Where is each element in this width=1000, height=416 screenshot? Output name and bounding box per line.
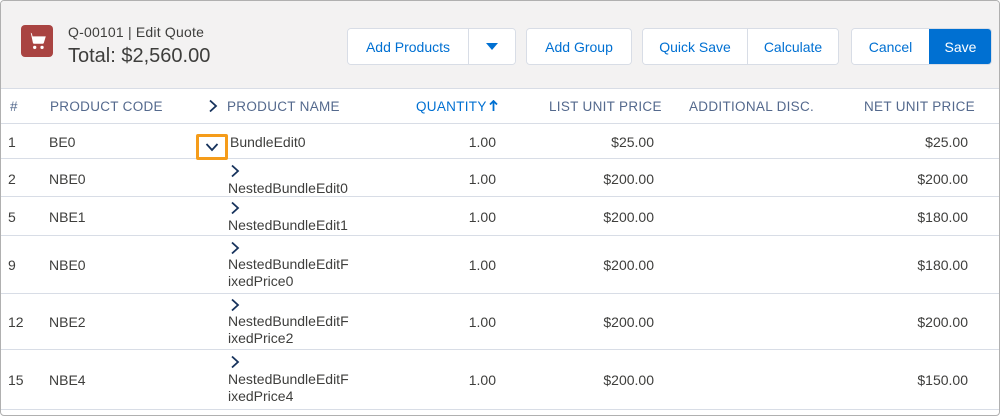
net-unit-price: $180.00 (917, 209, 968, 225)
shopping-cart-icon (21, 25, 53, 57)
add-group-button[interactable]: Add Group (527, 29, 631, 64)
quantity[interactable]: 1.00 (396, 134, 496, 150)
expand-all-icon[interactable] (206, 99, 220, 113)
add-group-group: Add Group (526, 28, 632, 65)
column-header-quantity[interactable]: QUANTITY (416, 99, 498, 114)
cancel-button[interactable]: Cancel (852, 29, 929, 64)
table-header-row: # PRODUCT CODE PRODUCT NAME QUANTITY LIS… (1, 89, 999, 124)
caret-down-icon (486, 43, 498, 50)
quick-save-button[interactable]: Quick Save (643, 29, 747, 64)
row-number: 15 (8, 372, 24, 388)
list-unit-price: $200.00 (603, 209, 654, 225)
chevron-right-icon[interactable] (228, 298, 242, 312)
chevron-right-icon[interactable] (228, 201, 242, 215)
list-unit-price: $200.00 (603, 257, 654, 273)
save-calc-group: Quick Save Calculate (642, 28, 839, 65)
calculate-button[interactable]: Calculate (747, 29, 838, 64)
net-unit-price: $180.00 (917, 257, 968, 273)
product-code: NBE0 (49, 171, 86, 187)
row-number: 9 (8, 257, 16, 273)
save-button[interactable]: Save (929, 29, 991, 64)
product-code: NBE4 (49, 372, 86, 388)
column-header-additional-disc[interactable]: ADDITIONAL DISC. (689, 99, 814, 114)
product-code: NBE1 (49, 209, 86, 225)
cancel-save-group: Cancel Save (851, 28, 992, 65)
net-unit-price: $25.00 (925, 134, 968, 150)
product-name: NestedBundleEditF (228, 371, 349, 387)
quantity[interactable]: 1.00 (396, 209, 496, 225)
product-name: NestedBundleEdit1 (228, 217, 348, 233)
quantity[interactable]: 1.00 (396, 314, 496, 330)
table-row[interactable]: 15 NBE4 NestedBundleEditF ixedPrice4 1.0… (1, 350, 999, 410)
quote-subtitle: Q-00101 | Edit Quote (68, 24, 205, 40)
net-unit-price: $200.00 (917, 314, 968, 330)
add-products-group: Add Products (347, 28, 516, 65)
table-row[interactable]: 9 NBE0 NestedBundleEditF ixedPrice0 1.00… (1, 236, 999, 294)
column-header-net-unit-price[interactable]: NET UNIT PRICE (864, 99, 975, 114)
column-header-num: # (10, 99, 18, 114)
column-header-product-code[interactable]: PRODUCT CODE (50, 99, 163, 114)
list-unit-price: $200.00 (603, 171, 654, 187)
net-unit-price: $200.00 (917, 171, 968, 187)
quantity[interactable]: 1.00 (396, 372, 496, 388)
row-number: 1 (8, 134, 16, 150)
add-products-button[interactable]: Add Products (348, 29, 468, 64)
table-row[interactable]: 1 BE0 BundleEdit0 1.00 $25.00 $25.00 (1, 124, 999, 160)
chevron-right-icon[interactable] (228, 164, 242, 178)
product-name: NestedBundleEdit0 (228, 180, 348, 196)
table-row[interactable]: 5 NBE1 NestedBundleEdit1 1.00 $200.00 $1… (1, 197, 999, 236)
list-unit-price: $25.00 (611, 134, 654, 150)
list-unit-price: $200.00 (603, 314, 654, 330)
column-header-quantity-label: QUANTITY (416, 99, 487, 114)
chevron-right-icon[interactable] (228, 241, 242, 255)
quote-lines-table: # PRODUCT CODE PRODUCT NAME QUANTITY LIS… (1, 89, 999, 410)
product-code: NBE0 (49, 257, 86, 273)
net-unit-price: $150.00 (917, 372, 968, 388)
chevron-down-icon (205, 143, 219, 152)
product-name: NestedBundleEditF (228, 313, 349, 329)
page-header: Q-00101 | Edit Quote Total: $2,560.00 Ad… (1, 1, 999, 89)
quantity[interactable]: 1.00 (396, 171, 496, 187)
quantity[interactable]: 1.00 (396, 257, 496, 273)
quote-line-editor: Q-00101 | Edit Quote Total: $2,560.00 Ad… (0, 0, 1000, 416)
list-unit-price: $200.00 (603, 372, 654, 388)
sort-ascending-icon (489, 99, 498, 114)
column-header-product-name[interactable]: PRODUCT NAME (227, 99, 340, 114)
column-header-list-unit-price[interactable]: LIST UNIT PRICE (549, 99, 662, 114)
row-number: 2 (8, 171, 16, 187)
table-row[interactable]: 12 NBE2 NestedBundleEditF ixedPrice2 1.0… (1, 294, 999, 350)
product-name: BundleEdit0 (230, 134, 306, 150)
product-name-wrap: ixedPrice2 (228, 330, 294, 346)
product-code: BE0 (49, 134, 76, 150)
chevron-right-icon[interactable] (228, 355, 242, 369)
product-name: NestedBundleEditF (228, 256, 349, 272)
row-number: 5 (8, 209, 16, 225)
add-products-menu-button[interactable] (468, 29, 515, 64)
table-row[interactable]: 2 NBE0 NestedBundleEdit0 1.00 $200.00 $2… (1, 159, 999, 197)
product-code: NBE2 (49, 314, 86, 330)
quote-total: Total: $2,560.00 (68, 45, 211, 67)
product-name-wrap: ixedPrice4 (228, 388, 294, 404)
collapse-bundle-button[interactable] (196, 134, 228, 160)
product-name-wrap: ixedPrice0 (228, 273, 294, 289)
row-number: 12 (8, 314, 24, 330)
